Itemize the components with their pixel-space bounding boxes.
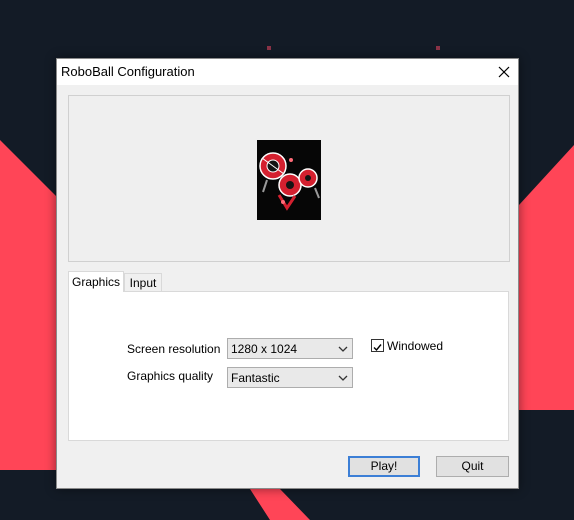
checkmark-icon — [373, 344, 382, 352]
graphics-panel: Screen resolution 1280 x 1024 Windowed G… — [68, 291, 509, 441]
resolution-value: 1280 x 1024 — [231, 342, 298, 356]
tab-graphics[interactable]: Graphics — [68, 271, 124, 292]
quality-label: Graphics quality — [127, 369, 214, 383]
background-dot — [436, 46, 440, 50]
tab-input[interactable]: Input — [124, 273, 162, 291]
tab-graphics-label: Graphics — [71, 275, 121, 289]
windowed-label[interactable]: Windowed — [387, 339, 443, 353]
play-button[interactable]: Play! — [348, 456, 420, 477]
quality-select[interactable]: Fantastic — [227, 367, 353, 388]
config-dialog: RoboBall Configuration Graphics Input Sc… — [56, 58, 519, 489]
roboball-logo-icon — [257, 140, 321, 220]
close-icon — [498, 66, 510, 78]
quality-value: Fantastic — [231, 371, 280, 385]
background-dot — [267, 46, 271, 50]
resolution-select[interactable]: 1280 x 1024 — [227, 338, 353, 359]
tab-input-label: Input — [129, 276, 157, 290]
close-button[interactable] — [490, 59, 518, 85]
banner-image — [68, 95, 510, 262]
quit-button[interactable]: Quit — [436, 456, 509, 477]
windowed-checkbox[interactable] — [371, 339, 384, 352]
resolution-label: Screen resolution — [127, 342, 221, 356]
window-title: RoboBall Configuration — [61, 64, 195, 79]
chevron-down-icon — [338, 375, 348, 381]
chevron-down-icon — [338, 346, 348, 352]
title-bar[interactable]: RoboBall Configuration — [57, 59, 518, 85]
